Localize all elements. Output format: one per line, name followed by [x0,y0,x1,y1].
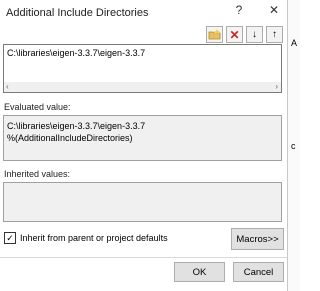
inherit-checkbox[interactable]: ✓ [4,232,16,244]
dialog-title: Additional Include Directories [6,7,149,19]
move-up-button[interactable]: ↑ [266,26,283,43]
background-text-a: A [291,38,298,48]
close-button[interactable]: ✕ [260,0,288,20]
evaluated-line: %(AdditionalIncludeDirectories) [7,133,133,143]
inherited-values-label: Inherited values: [4,169,71,179]
move-down-button[interactable]: ↓ [246,26,263,43]
horizontal-scrollbar[interactable]: ‹ › [4,82,281,92]
evaluated-value-box: C:\libraries\eigen-3.3.7\eigen-3.3.7 %(A… [3,115,282,161]
scroll-right-icon[interactable]: › [275,82,278,91]
directories-editor[interactable]: C:\libraries\eigen-3.3.7\eigen-3.3.7 ‹ › [3,44,282,93]
help-button[interactable]: ? [225,0,253,20]
folder-new-icon [208,29,221,40]
delete-icon: ✕ [229,27,240,42]
evaluated-line: C:\libraries\eigen-3.3.7\eigen-3.3.7 [7,121,146,131]
inherit-checkbox-row[interactable]: ✓ Inherit from parent or project default… [4,232,168,244]
macros-button[interactable]: Macros>> [231,228,284,250]
delete-button[interactable]: ✕ [226,26,243,43]
new-line-button[interactable] [206,26,223,43]
directories-editor-text[interactable]: C:\libraries\eigen-3.3.7\eigen-3.3.7 [7,48,145,58]
scroll-left-icon[interactable]: ‹ [6,82,9,91]
separator [0,257,287,258]
inherited-values-box [3,182,282,222]
background-text-c: c [291,141,296,151]
move-down-icon: ↓ [252,29,257,40]
inherit-checkbox-label[interactable]: Inherit from parent or project defaults [20,233,168,243]
close-icon: ✕ [268,3,280,17]
cancel-button[interactable]: Cancel [233,262,284,282]
checkmark-icon: ✓ [6,232,14,243]
ok-button[interactable]: OK [174,262,225,282]
evaluated-value-label: Evaluated value: [4,102,71,112]
move-up-icon: ↑ [272,29,277,40]
